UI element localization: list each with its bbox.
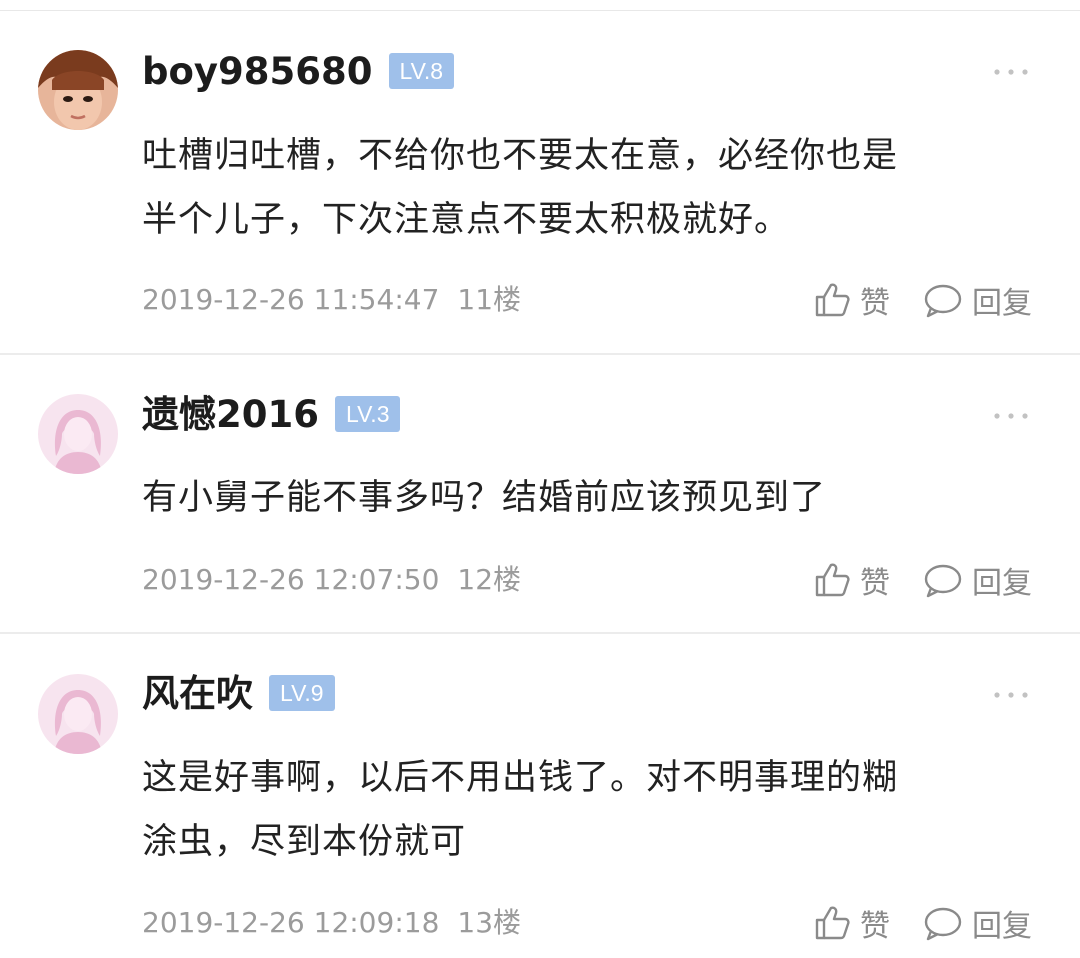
reply-button[interactable]: 回复 bbox=[922, 558, 1032, 602]
comment-text-line: 有小舅子能不事多吗？结婚前应该预见到了 bbox=[142, 478, 827, 518]
photo-avatar-icon bbox=[38, 50, 118, 130]
reply-button[interactable]: 回复 bbox=[922, 278, 1032, 322]
avatar[interactable] bbox=[38, 50, 118, 130]
comment-text-line: 吐槽归吐槽，不给你也不要太在意，必经你也是 bbox=[142, 136, 899, 176]
like-label: 赞 bbox=[860, 286, 890, 321]
divider bbox=[0, 632, 1080, 634]
username[interactable]: 风在吹 LV.9 bbox=[142, 672, 335, 716]
speech-bubble-icon bbox=[924, 907, 962, 941]
comment-text: 有小舅子能不事多吗？结婚前应该预见到了 bbox=[142, 466, 1042, 530]
reply-label: 回复 bbox=[972, 909, 1032, 944]
comment-text: 这是好事啊，以后不用出钱了。对不明事理的糊 涂虫，尽到本份就可 bbox=[142, 746, 1042, 874]
default-female-avatar-icon bbox=[38, 394, 118, 474]
more-dots-icon[interactable] bbox=[992, 65, 1030, 79]
divider bbox=[0, 353, 1080, 355]
username[interactable]: 遗憾2016 LV.3 bbox=[142, 393, 401, 437]
comment-text: 吐槽归吐槽，不给你也不要太在意，必经你也是 半个儿子，下次注意点不要太积极就好。 bbox=[142, 124, 1042, 252]
like-button[interactable]: 赞 bbox=[812, 901, 890, 945]
floor-number: 13楼 bbox=[457, 906, 522, 939]
comment-meta: 2019-12-26 11:54:47 11楼 bbox=[142, 280, 521, 320]
like-label: 赞 bbox=[860, 566, 890, 601]
speech-bubble-icon bbox=[924, 284, 962, 318]
reply-button[interactable]: 回复 bbox=[922, 901, 1032, 945]
like-label: 赞 bbox=[860, 909, 890, 944]
timestamp: 2019-12-26 12:07:50 bbox=[142, 563, 440, 596]
reply-label: 回复 bbox=[972, 566, 1032, 601]
speech-bubble-icon bbox=[924, 564, 962, 598]
like-button[interactable]: 赞 bbox=[812, 278, 890, 322]
more-dots-icon[interactable] bbox=[992, 688, 1030, 702]
comment-meta: 2019-12-26 12:07:50 12楼 bbox=[142, 560, 521, 600]
comment-text-line: 涂虫，尽到本份就可 bbox=[142, 822, 467, 862]
comment-meta: 2019-12-26 12:09:18 13楼 bbox=[142, 903, 521, 943]
like-button[interactable]: 赞 bbox=[812, 558, 890, 602]
top-divider bbox=[0, 10, 1080, 11]
thumbs-up-icon bbox=[815, 563, 850, 597]
timestamp: 2019-12-26 12:09:18 bbox=[142, 906, 440, 939]
username[interactable]: boy985680 LV.8 bbox=[142, 50, 454, 94]
level-badge: LV.8 bbox=[388, 52, 454, 89]
reply-label: 回复 bbox=[972, 286, 1032, 321]
floor-number: 11楼 bbox=[457, 283, 522, 316]
comment-text-line: 这是好事啊，以后不用出钱了。对不明事理的糊 bbox=[142, 758, 899, 798]
timestamp: 2019-12-26 11:54:47 bbox=[142, 283, 440, 316]
floor-number: 12楼 bbox=[457, 563, 522, 596]
more-dots-icon[interactable] bbox=[992, 409, 1030, 423]
thumbs-up-icon bbox=[815, 906, 850, 940]
level-badge: LV.9 bbox=[269, 674, 335, 711]
level-badge: LV.3 bbox=[334, 395, 401, 432]
comment-text-line: 半个儿子，下次注意点不要太积极就好。 bbox=[142, 200, 791, 240]
avatar[interactable] bbox=[38, 394, 118, 474]
default-female-avatar-icon bbox=[38, 674, 118, 754]
thumbs-up-icon bbox=[815, 283, 850, 317]
avatar[interactable] bbox=[38, 674, 118, 754]
